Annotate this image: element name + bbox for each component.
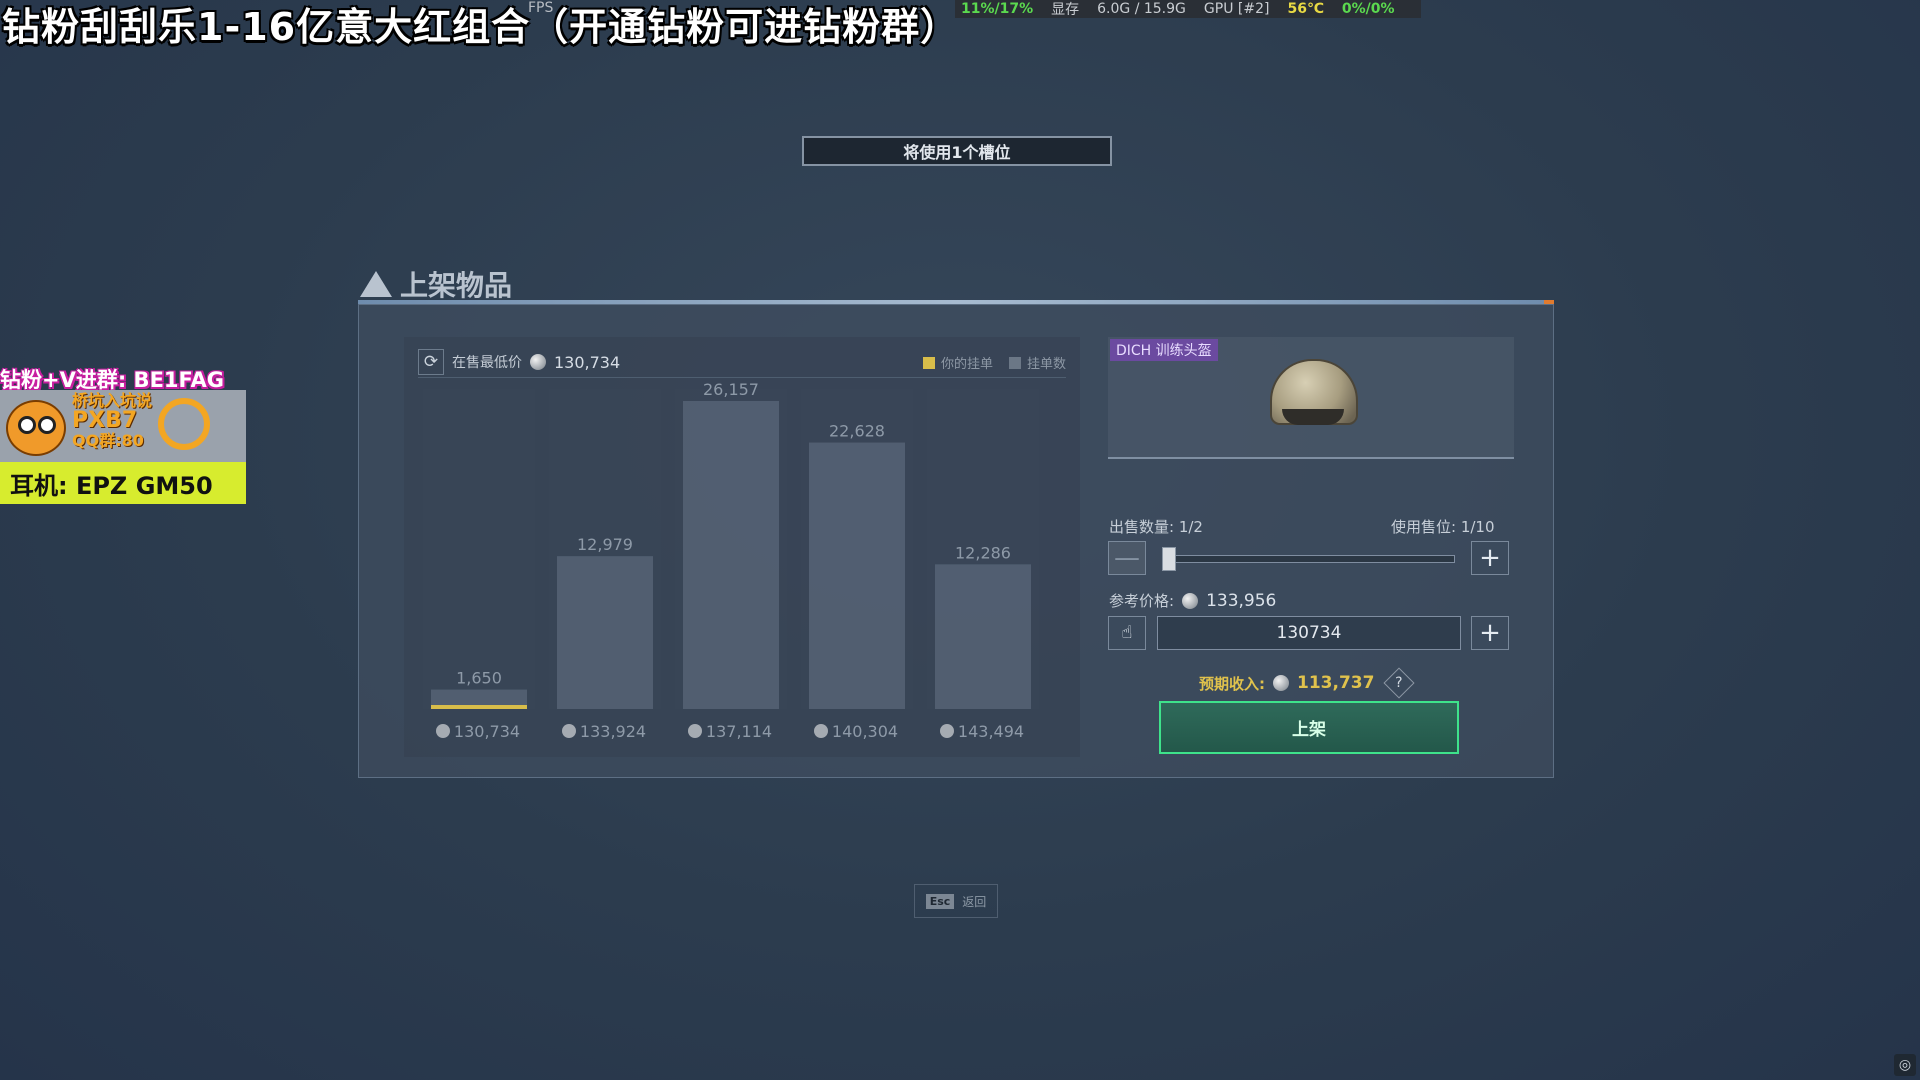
price-tick-label: 137,114 [706,722,772,741]
your-order-marker [431,705,527,709]
item-name: DICH 训练头盔 [1110,339,1218,361]
coin-icon [562,724,576,738]
help-icon[interactable]: ? [1383,667,1415,699]
sell-quantity-label: 出售数量: 1/2 [1109,518,1203,536]
expected-income: 预期收入: 113,737 ? [1199,667,1415,699]
decrease-quantity-button[interactable]: — [1108,541,1146,575]
reference-price-value: 133,956 [1206,590,1277,611]
settings-corner-icon[interactable]: ◎ [1894,1054,1916,1076]
price-distribution-chart: ⟳ 在售最低价 130,734 你的挂单 挂单数 1,650 130,734 12,… [404,337,1080,757]
coin-icon [436,724,450,738]
chart-column-bg [423,389,535,709]
gpu-label: GPU [#2] [1203,1,1270,17]
helmet-icon [1270,359,1358,425]
esc-key-icon: Esc [925,893,955,909]
panel-title: 上架物品 [360,264,512,304]
vram-usage: 6.0G / 15.9G [1097,1,1186,17]
slot-usage-banner: 将使用1个槽位 [802,136,1112,166]
hand-pointer-icon: ☝ [1121,622,1133,643]
vram-label: 显存 [1051,2,1080,18]
earphone-sponsor: 耳机: EPZ GM50 [0,462,246,504]
price-tick-label: 130,734 [454,722,520,741]
price-input[interactable]: 130734 [1157,616,1461,650]
triangle-logo-icon [360,271,392,297]
chart-bar[interactable] [935,564,1031,709]
expected-income-label: 预期收入: [1199,674,1265,693]
bar-value-label: 26,157 [703,380,759,399]
list-item-button[interactable]: 上架 [1159,701,1459,754]
panel-title-text: 上架物品 [400,269,513,302]
fps-label: FPS [528,0,554,16]
coin-icon [940,724,954,738]
chart-svg: 1,650 130,734 12,979 133,924 26,157 137,114 22… [423,380,1039,741]
cpu-usage: 11%/17% [961,1,1034,17]
promo-image: 桥坑入坑说 PXB7 QQ群:80 [0,390,246,462]
chart-bar[interactable] [683,401,779,709]
mascot-icon [6,400,66,456]
gpu-usage: 0%/0% [1341,1,1395,17]
increase-price-button[interactable]: + [1471,616,1509,650]
chart-bar[interactable] [557,556,653,709]
coin-icon [688,724,702,738]
reference-price-label: 参考价格: [1109,592,1175,610]
reference-price: 参考价格: 133,956 [1109,590,1276,611]
coin-icon [1182,592,1199,609]
coin-icon [1273,675,1289,691]
promo-line: 钻粉+V进群: BE1FAG [0,368,224,392]
increase-quantity-button[interactable]: + [1471,541,1509,575]
bar-value-label: 1,650 [456,669,502,688]
quantity-slider-handle[interactable] [1162,547,1176,571]
price-tick-label: 143,494 [958,722,1024,741]
bar-value-label: 22,628 [829,422,885,441]
expected-income-value: 113,737 [1297,673,1375,693]
gpu-temp: 56℃ [1287,1,1324,17]
coin-icon [814,724,828,738]
item-preview: DICH 训练头盔 [1108,337,1514,459]
promo-image-text: 桥坑入坑说 PXB7 QQ群:80 [72,391,153,450]
bar-value-label: 12,979 [577,535,633,554]
stream-title: 钻粉刮刮乐1-16亿意大红组合（开通钻粉可进钻粉群） [2,5,960,49]
chart-bar[interactable] [809,442,905,709]
apply-price-button[interactable]: ☝ [1108,616,1146,650]
back-label: 返回 [962,894,987,909]
slot-usage-label: 使用售位: 1/10 [1391,518,1495,536]
stream-promo: 钻粉+V进群: BE1FAG 桥坑入坑说 PXB7 QQ群:80 耳机: EPZ… [0,364,246,504]
quantity-slider[interactable] [1165,555,1455,563]
performance-overlay: 11%/17% 显存 6.0G / 15.9G GPU [#2] 56℃ 0%/… [955,0,1421,18]
price-tick-label: 133,924 [580,722,646,741]
bar-value-label: 12,286 [955,543,1011,562]
magnifier-icon [158,398,210,450]
back-button[interactable]: Esc 返回 [914,884,998,918]
price-tick-label: 140,304 [832,722,898,741]
